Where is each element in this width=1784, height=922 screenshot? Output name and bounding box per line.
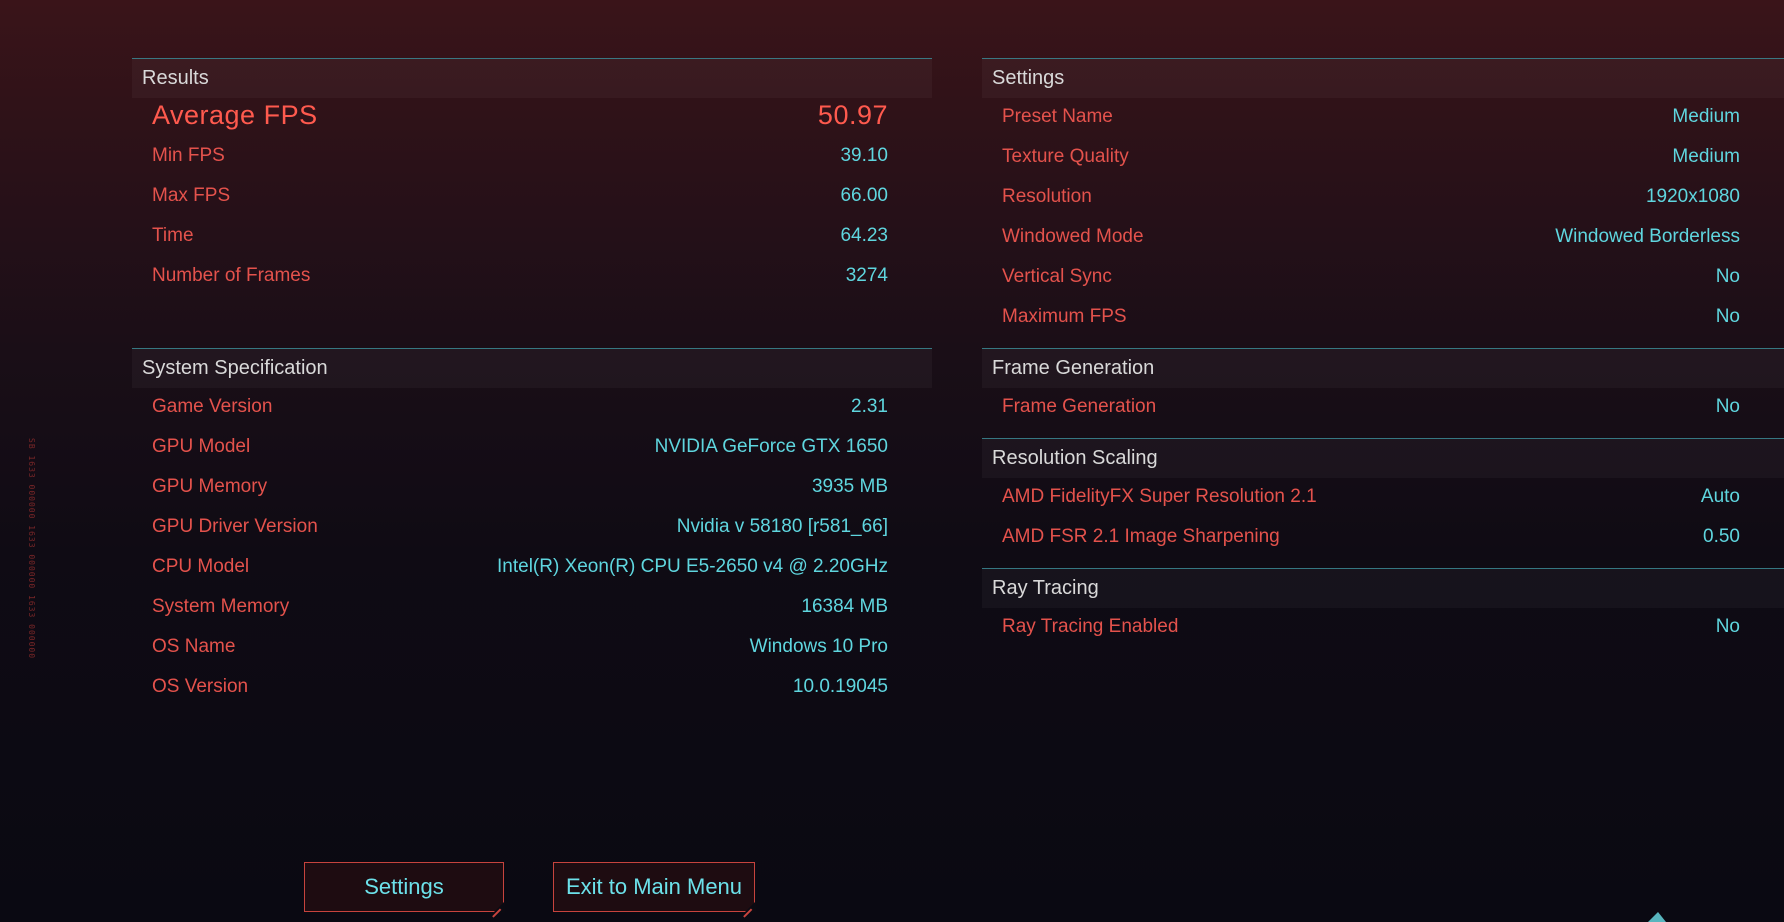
- row-label: Resolution: [1002, 186, 1092, 207]
- exit-button-label: Exit to Main Menu: [565, 874, 743, 899]
- side-vertical-text: SB 1633 000000 1633 000000 1633 000000 C…: [27, 438, 39, 660]
- row-value: Intel(R) Xeon(R) CPU E5-2650 v4 @ 2.20GH…: [497, 556, 888, 577]
- system-title: System Specification: [142, 357, 328, 379]
- setting-row: Vertical Sync No: [1002, 266, 1740, 296]
- row-label: Preset Name: [1002, 106, 1113, 127]
- ray-tracing-header: Ray Tracing: [982, 569, 1784, 608]
- row-value: No: [1715, 306, 1740, 327]
- setting-row: Frame Generation No: [1002, 396, 1740, 426]
- row-value: No: [1715, 396, 1740, 417]
- min-fps-row: Min FPS 39.10: [152, 145, 888, 175]
- system-header: System Specification: [132, 349, 932, 388]
- results-header: Results: [132, 59, 932, 98]
- row-label: OS Version: [152, 676, 249, 697]
- spec-row: Game Version 2.31: [152, 396, 888, 426]
- spec-row: CPU Model Intel(R) Xeon(R) CPU E5-2650 v…: [152, 556, 888, 586]
- settings-title: Settings: [992, 67, 1065, 89]
- row-value: 0.50: [1703, 526, 1740, 547]
- row-label: CPU Model: [152, 556, 250, 577]
- next-arrow-icon: [1648, 912, 1666, 922]
- row-label: Time: [152, 225, 194, 246]
- spec-row: GPU Memory 3935 MB: [152, 476, 888, 506]
- settings-button[interactable]: Settings: [304, 862, 505, 917]
- row-value: 2.31: [851, 396, 888, 417]
- frame-generation-header: Frame Generation: [982, 349, 1784, 388]
- row-value: 3935 MB: [811, 476, 888, 497]
- row-value: Nvidia v 58180 [r581_66]: [676, 516, 888, 537]
- row-value: No: [1715, 616, 1740, 637]
- row-value: NVIDIA GeForce GTX 1650: [654, 436, 888, 457]
- row-label: System Memory: [152, 596, 290, 617]
- spec-row: OS Name Windows 10 Pro: [152, 636, 888, 666]
- settings-panel: Settings Preset Name Medium Texture Qual…: [982, 58, 1784, 338]
- row-label: Number of Frames: [152, 265, 311, 286]
- settings-header: Settings: [982, 59, 1784, 98]
- setting-row: AMD FSR 2.1 Image Sharpening 0.50: [1002, 526, 1740, 556]
- row-value: Windowed Borderless: [1555, 226, 1740, 247]
- row-label: Frame Generation: [1002, 396, 1157, 417]
- average-fps-label: Average FPS: [152, 100, 318, 130]
- row-value: 3274: [845, 265, 888, 286]
- setting-row: Resolution 1920x1080: [1002, 186, 1740, 216]
- frame-generation-title: Frame Generation: [992, 357, 1155, 379]
- resolution-scaling-panel: Resolution Scaling AMD FidelityFX Super …: [982, 438, 1784, 566]
- row-label: Vertical Sync: [1002, 266, 1112, 287]
- setting-row: Ray Tracing Enabled No: [1002, 616, 1740, 646]
- side-vertical-label: SB 1633 000000 1633 000000 1633 000000 C…: [27, 438, 36, 660]
- exit-main-menu-button[interactable]: Exit to Main Menu: [553, 862, 756, 917]
- row-label: Maximum FPS: [1002, 306, 1127, 327]
- row-value: Medium: [1672, 146, 1740, 167]
- spec-row: System Memory 16384 MB: [152, 596, 888, 626]
- row-label: GPU Model: [152, 436, 251, 457]
- row-value: Windows 10 Pro: [749, 636, 888, 657]
- spec-row: OS Version 10.0.19045: [152, 676, 888, 706]
- settings-button-label: Settings: [364, 874, 444, 899]
- row-value: Auto: [1700, 486, 1740, 507]
- row-value: 10.0.19045: [792, 676, 888, 697]
- time-row: Time 64.23: [152, 225, 888, 255]
- resolution-scaling-title: Resolution Scaling: [992, 447, 1158, 469]
- row-value: No: [1715, 266, 1740, 287]
- row-value: 16384 MB: [801, 596, 888, 617]
- frame-generation-panel: Frame Generation Frame Generation No: [982, 348, 1784, 436]
- system-spec-panel: System Specification Game Version 2.31 G…: [132, 348, 932, 708]
- row-label: Min FPS: [152, 145, 225, 166]
- resolution-scaling-header: Resolution Scaling: [982, 439, 1784, 478]
- row-value: 1920x1080: [1645, 186, 1740, 207]
- row-label: Max FPS: [152, 185, 231, 206]
- spec-row: GPU Model NVIDIA GeForce GTX 1650: [152, 436, 888, 466]
- row-value: 66.00: [840, 185, 888, 206]
- ray-tracing-title: Ray Tracing: [992, 577, 1099, 599]
- setting-row: AMD FidelityFX Super Resolution 2.1 Auto: [1002, 486, 1740, 516]
- row-label: GPU Driver Version: [152, 516, 318, 537]
- row-label: OS Name: [152, 636, 236, 657]
- spec-row: GPU Driver Version Nvidia v 58180 [r581_…: [152, 516, 888, 546]
- ray-tracing-panel: Ray Tracing Ray Tracing Enabled No: [982, 568, 1784, 656]
- average-fps-row: Average FPS 50.97: [152, 100, 888, 138]
- row-label: GPU Memory: [152, 476, 268, 497]
- results-title: Results: [142, 67, 209, 89]
- row-label: Ray Tracing Enabled: [1002, 616, 1179, 637]
- results-panel: Results Average FPS 50.97 Min FPS 39.10 …: [132, 58, 932, 328]
- row-label: Windowed Mode: [1002, 226, 1144, 247]
- row-label: Texture Quality: [1002, 146, 1129, 167]
- setting-row: Texture Quality Medium: [1002, 146, 1740, 176]
- row-value: Medium: [1672, 106, 1740, 127]
- row-value: 39.10: [840, 145, 888, 166]
- row-label: AMD FidelityFX Super Resolution 2.1: [1002, 486, 1317, 507]
- average-fps-value: 50.97: [817, 100, 888, 130]
- setting-row: Maximum FPS No: [1002, 306, 1740, 336]
- frames-row: Number of Frames 3274: [152, 265, 888, 295]
- row-value: 64.23: [840, 225, 888, 246]
- row-label: AMD FSR 2.1 Image Sharpening: [1002, 526, 1280, 547]
- row-label: Game Version: [152, 396, 273, 417]
- setting-row: Windowed Mode Windowed Borderless: [1002, 226, 1740, 256]
- max-fps-row: Max FPS 66.00: [152, 185, 888, 215]
- setting-row: Preset Name Medium: [1002, 106, 1740, 136]
